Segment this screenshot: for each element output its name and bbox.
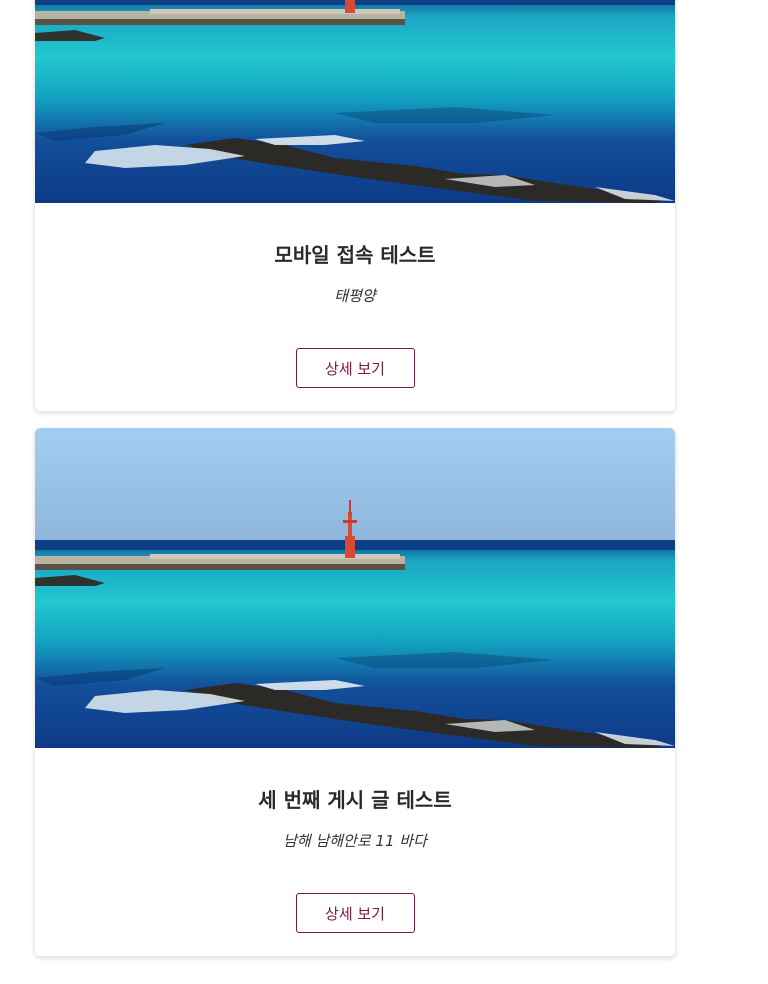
post-location: 태평양 <box>334 287 376 305</box>
post-location: 남해 남해안로 11 바다 <box>283 832 427 850</box>
post-image <box>35 428 675 748</box>
post-card: 세 번째 게시 글 테스트 남해 남해안로 11 바다 상세 보기 <box>35 428 675 956</box>
post-title: 모바일 접속 테스트 <box>274 243 436 267</box>
seaside-lighthouse-photo <box>35 0 675 203</box>
post-title: 세 번째 게시 글 테스트 <box>258 788 452 812</box>
view-details-button[interactable]: 상세 보기 <box>295 893 415 933</box>
post-card: 모바일 접속 테스트 태평양 상세 보기 <box>35 0 675 411</box>
post-image <box>35 0 675 203</box>
seaside-lighthouse-photo <box>35 428 675 748</box>
view-details-button[interactable]: 상세 보기 <box>295 348 415 388</box>
